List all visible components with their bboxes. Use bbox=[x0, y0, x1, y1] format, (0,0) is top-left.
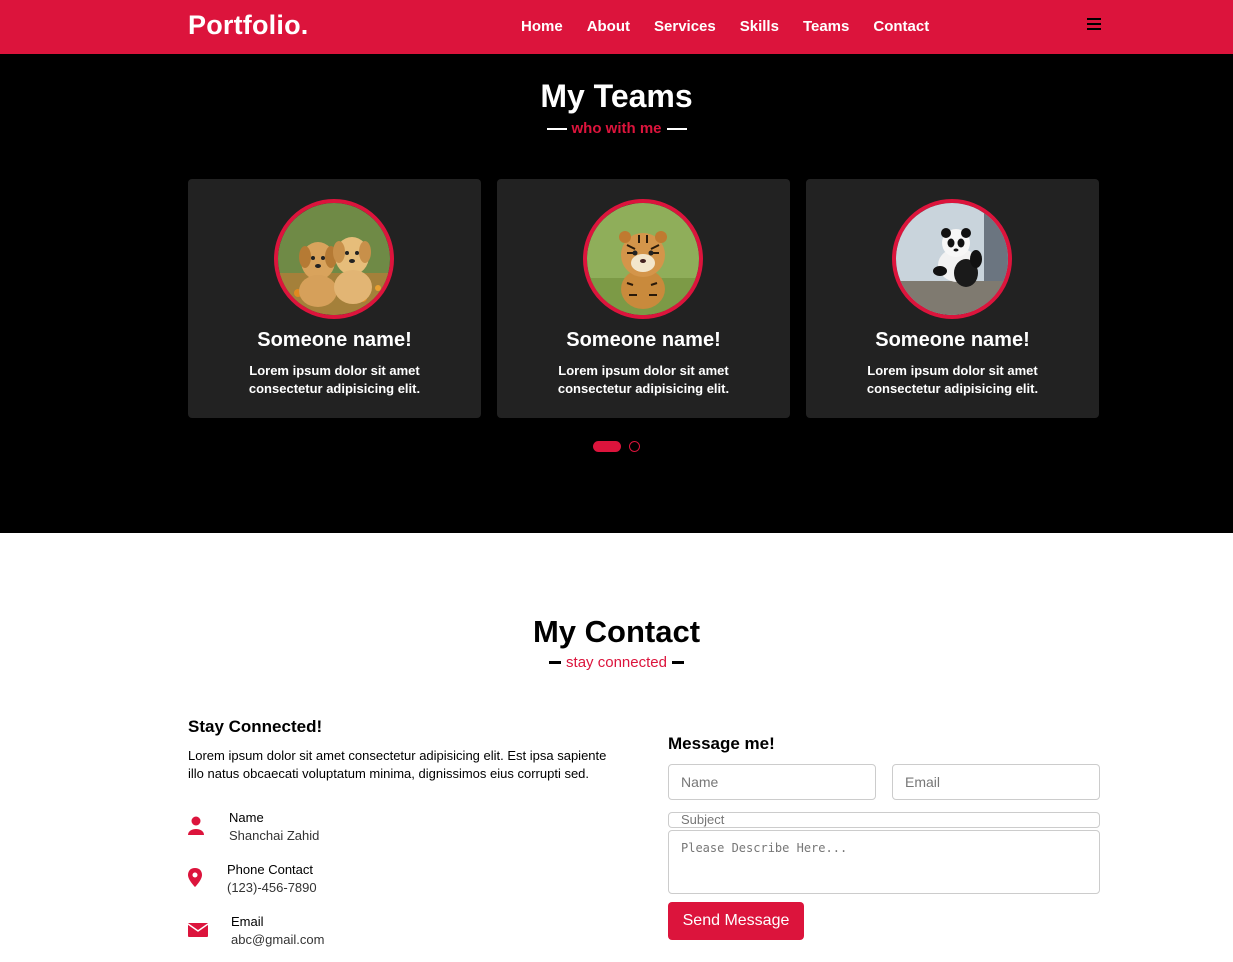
nav-menu: Home About Services Skills Teams Contact bbox=[509, 0, 941, 54]
contact-info-label: Phone Contact bbox=[227, 862, 314, 877]
map-marker-icon bbox=[188, 868, 208, 888]
carousel-dots bbox=[0, 441, 1233, 452]
nav-teams-link[interactable]: Teams bbox=[803, 18, 849, 35]
nav-contact-link[interactable]: Contact bbox=[873, 18, 929, 35]
teams-section: My Teams who with me Someone name! Lorem… bbox=[0, 54, 1233, 533]
navbar: Portfolio. Home About Services Skills Te… bbox=[0, 0, 1233, 54]
carousel-dot-active[interactable] bbox=[593, 441, 621, 452]
team-card: Someone name! Lorem ipsum dolor sit amet… bbox=[497, 179, 790, 418]
team-card: Someone name! Lorem ipsum dolor sit amet… bbox=[188, 179, 481, 418]
team-avatar-tiger-cub bbox=[583, 199, 703, 319]
name-input[interactable]: Name bbox=[668, 764, 876, 800]
teams-title: My Teams bbox=[540, 78, 693, 114]
team-member-text: Lorem ipsum dolor sit amet consectetur a… bbox=[866, 363, 1039, 396]
hamburger-menu-icon[interactable] bbox=[1087, 18, 1101, 32]
email-input[interactable]: Email bbox=[892, 764, 1100, 800]
user-icon bbox=[188, 816, 208, 836]
carousel-dot[interactable] bbox=[629, 441, 640, 452]
nav-services-link[interactable]: Services bbox=[654, 18, 716, 35]
message-me-heading: Message me! bbox=[668, 734, 775, 753]
contact-subtitle: stay connected bbox=[0, 654, 1233, 671]
team-member-text: Lorem ipsum dolor sit amet consectetur a… bbox=[248, 363, 421, 396]
logo[interactable]: Portfolio. bbox=[188, 10, 308, 41]
nav-skills-link[interactable]: Skills bbox=[740, 18, 779, 35]
contact-info-value: Shanchai Zahid bbox=[229, 828, 320, 843]
message-textarea[interactable]: Please Describe Here... bbox=[668, 830, 1100, 894]
contact-info-value: (123)-456-7890 bbox=[227, 880, 317, 895]
team-member-name: Someone name! bbox=[875, 329, 1030, 351]
contact-info-label: Name bbox=[229, 810, 264, 825]
team-card: Someone name! Lorem ipsum dolor sit amet… bbox=[806, 179, 1099, 418]
team-member-name: Someone name! bbox=[566, 329, 721, 351]
send-message-button[interactable]: Send Message bbox=[668, 902, 804, 940]
nav-home-link[interactable]: Home bbox=[521, 18, 563, 35]
team-avatar-puppies bbox=[274, 199, 394, 319]
stay-connected-text: Lorem ipsum dolor sit amet consectetur a… bbox=[188, 748, 607, 781]
team-member-name: Someone name! bbox=[257, 329, 412, 351]
nav-about-link[interactable]: About bbox=[587, 18, 630, 35]
contact-info-value: abc@gmail.com bbox=[231, 932, 325, 947]
contact-info-label: Email bbox=[231, 914, 264, 929]
subject-input[interactable]: Subject bbox=[668, 812, 1100, 828]
contact-title: My Contact bbox=[532, 614, 701, 649]
team-avatar-panda bbox=[892, 199, 1012, 319]
stay-connected-heading: Stay Connected! bbox=[188, 717, 323, 736]
teams-subtitle: who with me bbox=[0, 120, 1233, 137]
team-member-text: Lorem ipsum dolor sit amet consectetur a… bbox=[557, 363, 730, 396]
envelope-icon bbox=[187, 920, 209, 940]
